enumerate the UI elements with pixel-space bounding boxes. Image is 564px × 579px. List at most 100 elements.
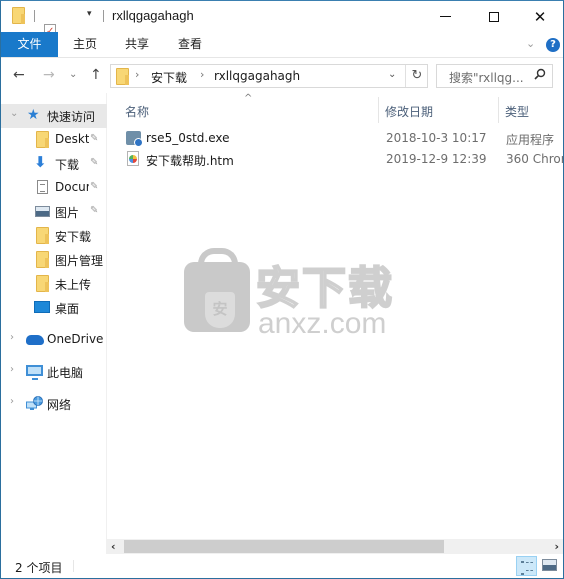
back-button[interactable]: ← [13, 67, 25, 83]
nav-item-onedrive[interactable]: › OneDrive [1, 328, 107, 352]
chevron-right-icon[interactable]: › [10, 396, 14, 407]
nav-item-label: 此电脑 [47, 366, 84, 380]
star-icon: ★ [27, 107, 40, 123]
scroll-right-button[interactable]: › [554, 539, 559, 554]
close-icon: ✕ [533, 7, 547, 26]
network-icon [26, 396, 43, 410]
scrollbar-thumb[interactable] [124, 540, 444, 553]
nav-item-label: 图片管理 [55, 254, 104, 268]
navigation-bar: ← → ⌄ ↑ › 安下载 › rxllqgagahagh ⌄ ↻ 搜索"rxl… [1, 59, 563, 93]
ribbon-tabs: 文件 主页 共享 查看 ⌄ ? [1, 32, 563, 58]
folder-icon [36, 131, 49, 148]
desktop-icon [34, 301, 50, 313]
maximize-button[interactable] [471, 1, 517, 32]
nav-item-picture-manager[interactable]: 图片管理 [1, 248, 107, 272]
file-row[interactable]: 安下载帮助.htm 2019-12-9 12:39 360 Chrome HTM… [120, 150, 563, 170]
nav-item-anxiazai[interactable]: 安下载 [1, 224, 107, 248]
column-header-type[interactable]: 类型 [505, 103, 529, 120]
search-placeholder: 搜索"rxllqg... [449, 71, 524, 85]
file-type: 应用程序 [506, 133, 555, 147]
expand-ribbon-icon[interactable]: ⌄ [526, 37, 535, 50]
nav-item-pictures[interactable]: 图片 ✎ [1, 200, 107, 224]
navigation-pane: ⌄ ★ 快速访问 Deskt ✎ ⬇ 下载 ✎ Docur ✎ 图片 ✎ 安下载 [1, 93, 107, 554]
nav-quick-access[interactable]: ⌄ ★ 快速访问 [1, 104, 107, 128]
folder-icon [36, 275, 49, 292]
breadcrumb-item[interactable]: 安下载 [151, 69, 187, 86]
address-dropdown-icon[interactable]: ⌄ [388, 69, 396, 80]
html-icon [127, 151, 139, 166]
breadcrumb-item[interactable]: rxllqgagahagh [214, 69, 300, 83]
window-title: rxllqgagahagh [112, 8, 194, 23]
nav-item-network[interactable]: › 网络 [1, 392, 107, 416]
file-list: ^ 名称 修改日期 类型 rse5_0std.exe 2018-10-3 10:… [108, 93, 563, 554]
divider [34, 10, 35, 22]
exe-icon [126, 131, 143, 147]
item-count: 2 个项目 [15, 561, 63, 575]
file-type: 360 Chrome HTML Document [506, 152, 563, 166]
maximize-icon [489, 11, 499, 22]
nav-item-label: 快速访问 [47, 110, 96, 124]
chevron-down-icon[interactable]: ⌄ [10, 108, 18, 119]
nav-item-label: 安下载 [55, 230, 92, 244]
tab-home[interactable]: 主页 [63, 32, 107, 57]
this-pc-icon [26, 365, 43, 380]
chevron-right-icon[interactable]: › [10, 364, 14, 375]
up-button[interactable]: ↑ [90, 67, 102, 83]
forward-button[interactable]: → [43, 67, 55, 83]
column-divider[interactable] [378, 97, 379, 123]
column-header-date-modified[interactable]: 修改日期 [385, 103, 433, 120]
folder-icon [116, 68, 129, 85]
tab-view[interactable]: 查看 [168, 32, 212, 57]
bag-logo-icon: 安 [184, 262, 250, 332]
document-icon [37, 180, 48, 194]
nav-item-this-pc[interactable]: › 此电脑 [1, 360, 107, 384]
watermark-text-en: anxz.com [258, 307, 387, 340]
nav-item-label: 下载 [55, 158, 80, 172]
nav-item-label: Docur [55, 180, 89, 194]
scroll-left-button[interactable]: ‹ [111, 539, 116, 554]
close-button[interactable]: ✕ [517, 1, 563, 32]
nav-item-documents[interactable]: Docur ✎ [1, 176, 107, 200]
search-input[interactable]: 搜索"rxllqg... [436, 64, 553, 88]
large-icons-view-button[interactable] [542, 559, 557, 571]
column-header-name[interactable]: 名称 [125, 103, 149, 120]
tab-file[interactable]: 文件 [1, 32, 58, 57]
refresh-button[interactable]: ↻ [405, 65, 428, 87]
pin-icon: ✎ [90, 133, 99, 144]
breadcrumb-separator[interactable]: › [200, 68, 204, 81]
nav-item-desktop-pinned[interactable]: Deskt ✎ [1, 128, 107, 152]
pin-icon: ✎ [90, 205, 99, 216]
nav-item-not-uploaded[interactable]: 未上传 [1, 272, 107, 296]
nav-item-downloads[interactable]: ⬇ 下载 ✎ [1, 152, 107, 176]
customize-toolbar-dropdown[interactable]: ▾ [87, 9, 92, 19]
recent-locations-button[interactable]: ⌄ [69, 69, 77, 80]
details-view-button[interactable] [516, 556, 537, 576]
nav-item-label: OneDrive [47, 332, 104, 346]
address-bar[interactable]: › 安下载 › rxllqgagahagh ⌄ ↻ [110, 64, 428, 88]
watermark: 安 安下载 anxz.com [174, 248, 414, 348]
tab-share[interactable]: 共享 [115, 32, 159, 57]
shield-icon: 安 [205, 292, 235, 328]
nav-item-desktop[interactable]: 桌面 [1, 296, 107, 320]
watermark-text-cn: 安下载 [255, 263, 394, 314]
minimize-button[interactable] [422, 1, 468, 32]
nav-item-label: 网络 [47, 398, 72, 412]
file-name: 安下载帮助.htm [146, 154, 234, 168]
file-date-modified: 2018-10-3 10:17 [386, 131, 487, 145]
breadcrumb-separator[interactable]: › [135, 68, 139, 81]
search-icon [534, 68, 546, 83]
folder-icon[interactable] [12, 7, 25, 24]
column-divider[interactable] [498, 97, 499, 123]
file-row[interactable]: rse5_0std.exe 2018-10-3 10:17 应用程序 [120, 129, 563, 149]
chevron-right-icon[interactable]: › [10, 332, 14, 343]
title-bar: ▾ rxllqgagahagh ✕ [1, 1, 563, 57]
pictures-icon [35, 206, 50, 217]
file-name: rse5_0std.exe [146, 131, 230, 145]
status-bar: 2 个项目 [1, 554, 563, 578]
nav-item-label: Deskt [55, 132, 89, 146]
horizontal-scrollbar[interactable]: ‹ › [107, 539, 563, 554]
sort-ascending-icon: ^ [244, 93, 253, 104]
pin-icon: ✎ [90, 181, 99, 192]
help-icon[interactable]: ? [546, 38, 560, 52]
onedrive-icon [26, 335, 44, 345]
